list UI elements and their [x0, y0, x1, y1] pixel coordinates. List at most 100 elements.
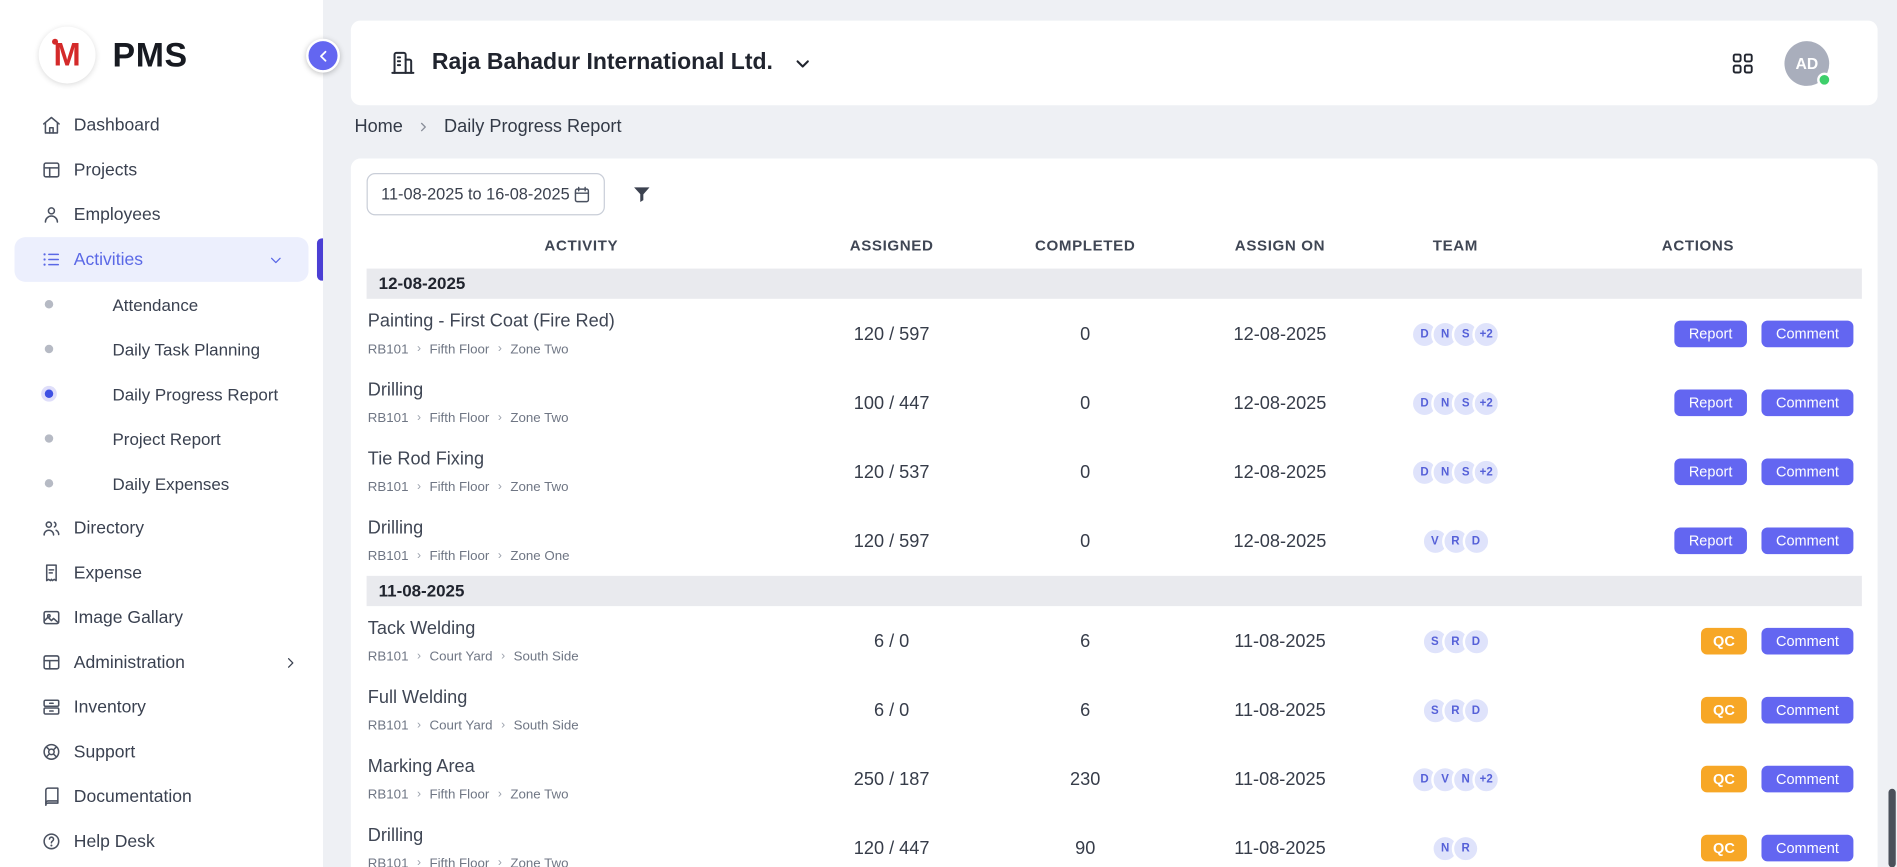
comment-button[interactable]: Comment [1761, 835, 1853, 862]
report-button[interactable]: Report [1674, 527, 1747, 554]
sidebar-item-help-desk[interactable]: Help Desk [0, 819, 323, 864]
column-header-actions: ACTIONS [1534, 237, 1862, 254]
activity-name: Drilling [368, 825, 796, 846]
path-segment: Fifth Floor [429, 480, 489, 495]
path-segment: Zone Two [510, 342, 568, 357]
comment-button[interactable]: Comment [1761, 766, 1853, 793]
sidebar-item-activities[interactable]: Activities [15, 237, 309, 282]
user-avatar[interactable]: AD [1784, 41, 1829, 86]
sidebar-subitem-attendance[interactable]: Attendance [0, 282, 323, 327]
activity-name: Tack Welding [368, 618, 796, 639]
filter-button[interactable] [632, 184, 653, 205]
assign-on-cell: 11-08-2025 [1183, 838, 1377, 859]
sidebar-subitem-label: Project Report [113, 429, 221, 448]
sidebar-subitem-daily-progress-report[interactable]: Daily Progress Report [0, 371, 323, 416]
team-member-avatar[interactable]: D [1462, 696, 1490, 724]
path-segment: Fifth Floor [429, 549, 489, 564]
qc-button[interactable]: QC [1701, 766, 1747, 793]
assign-on-cell: 12-08-2025 [1183, 393, 1377, 414]
team-more-badge[interactable]: +2 [1472, 389, 1500, 417]
assign-on-cell: 12-08-2025 [1183, 462, 1377, 483]
sidebar-item-label: Expense [74, 563, 142, 582]
comment-button[interactable]: Comment [1761, 321, 1853, 348]
comment-button[interactable]: Comment [1761, 628, 1853, 655]
sidebar-collapse-button[interactable] [306, 39, 340, 73]
date-range-picker[interactable]: 11-08-2025 to 16-08-2025 [367, 173, 605, 215]
team-member-avatar[interactable]: R [1452, 834, 1480, 862]
sidebar-item-label: Activities [74, 250, 143, 269]
sidebar-item-projects[interactable]: Projects [0, 148, 323, 193]
activity-location-path: RB101›Fifth Floor›Zone Two [368, 342, 796, 357]
sidebar-subitem-project-report[interactable]: Project Report [0, 416, 323, 461]
sidebar-item-label: Dashboard [74, 116, 160, 135]
calendar-icon [572, 184, 591, 203]
scrollbar-thumb[interactable] [1888, 789, 1895, 867]
table-row: Marking AreaRB101›Fifth Floor›Zone Two25… [367, 745, 1862, 814]
report-button[interactable]: Report [1674, 390, 1747, 417]
team-cell: VRD [1377, 527, 1534, 555]
sidebar-item-label: Inventory [74, 697, 146, 716]
app-title: PMS [113, 36, 188, 75]
sidebar-item-label: Administration [74, 653, 185, 672]
sidebar-item-expense[interactable]: Expense [0, 550, 323, 595]
path-segment: Fifth Floor [429, 342, 489, 357]
table-row: DrillingRB101›Fifth Floor›Zone Two100 / … [367, 369, 1862, 438]
app-logo[interactable]: M [39, 27, 96, 84]
breadcrumb-home[interactable]: Home [354, 116, 402, 137]
report-button[interactable]: Report [1674, 321, 1747, 348]
company-selector[interactable]: Raja Bahadur International Ltd. [390, 50, 813, 77]
activity-location-path: RB101›Fifth Floor›Zone Two [368, 788, 796, 803]
path-segment: Zone Two [510, 788, 568, 803]
online-status-dot [1817, 72, 1832, 87]
path-segment: South Side [514, 650, 579, 665]
sidebar-item-dashboard[interactable]: Dashboard [0, 103, 323, 148]
comment-button[interactable]: Comment [1761, 390, 1853, 417]
sidebar-subitem-daily-task-planning[interactable]: Daily Task Planning [0, 327, 323, 372]
group-date-row: 12-08-2025 [367, 269, 1862, 299]
sidebar-item-label: Directory [74, 518, 144, 537]
page: M PMS Dashboard ProjectsEmployees Activiti… [0, 0, 1897, 867]
sidebar-item-image-gallary[interactable]: Image Gallary [0, 595, 323, 640]
sidebar-item-administration[interactable]: Administration [0, 640, 323, 685]
qc-button[interactable]: QC [1701, 628, 1747, 655]
completed-cell: 0 [987, 530, 1183, 551]
column-header-assigned: ASSIGNED [796, 237, 987, 254]
sidebar-item-label: Image Gallary [74, 608, 183, 627]
path-segment: Zone One [510, 549, 569, 564]
sidebar-subitem-daily-expenses[interactable]: Daily Expenses [0, 461, 323, 506]
team-more-badge[interactable]: +2 [1472, 765, 1500, 793]
sidebar-item-inventory[interactable]: Inventory [0, 685, 323, 730]
comment-button[interactable]: Comment [1761, 459, 1853, 486]
comment-button[interactable]: Comment [1761, 697, 1853, 724]
team-member-avatar[interactable]: D [1462, 627, 1490, 655]
sidebar-item-directory[interactable]: Directory [0, 506, 323, 551]
path-segment: Fifth Floor [429, 857, 489, 867]
activity-name: Marking Area [368, 756, 796, 777]
bullet-dot [45, 390, 53, 398]
qc-button[interactable]: QC [1701, 835, 1747, 862]
chevron-right-icon: › [417, 344, 421, 356]
sidebar-item-employees[interactable]: Employees [0, 192, 323, 237]
assigned-cell: 6 / 0 [796, 631, 987, 652]
actions-cell: QC Comment [1534, 697, 1862, 724]
table-row: DrillingRB101›Fifth Floor›Zone Two120 / … [367, 814, 1862, 867]
report-button[interactable]: Report [1674, 459, 1747, 486]
sidebar-item-support[interactable]: Support [0, 730, 323, 775]
table-header: ACTIVITYASSIGNEDCOMPLETEDASSIGN ONTEAMAC… [367, 223, 1862, 269]
team-member-avatar[interactable]: D [1462, 527, 1490, 555]
activity-name: Drilling [368, 518, 796, 539]
chevron-right-icon: › [498, 344, 502, 356]
active-indicator [317, 238, 323, 280]
team-more-badge[interactable]: +2 [1472, 458, 1500, 486]
apps-grid-button[interactable] [1730, 50, 1755, 75]
sidebar-item-documentation[interactable]: Documentation [0, 774, 323, 819]
chevron-right-icon: › [417, 720, 421, 732]
path-segment: RB101 [368, 411, 409, 426]
building-icon [390, 50, 417, 77]
assign-on-cell: 11-08-2025 [1183, 631, 1377, 652]
company-name: Raja Bahadur International Ltd. [432, 50, 773, 77]
table-row: Full WeldingRB101›Court Yard›South Side6… [367, 676, 1862, 745]
comment-button[interactable]: Comment [1761, 527, 1853, 554]
team-more-badge[interactable]: +2 [1472, 320, 1500, 348]
qc-button[interactable]: QC [1701, 697, 1747, 724]
